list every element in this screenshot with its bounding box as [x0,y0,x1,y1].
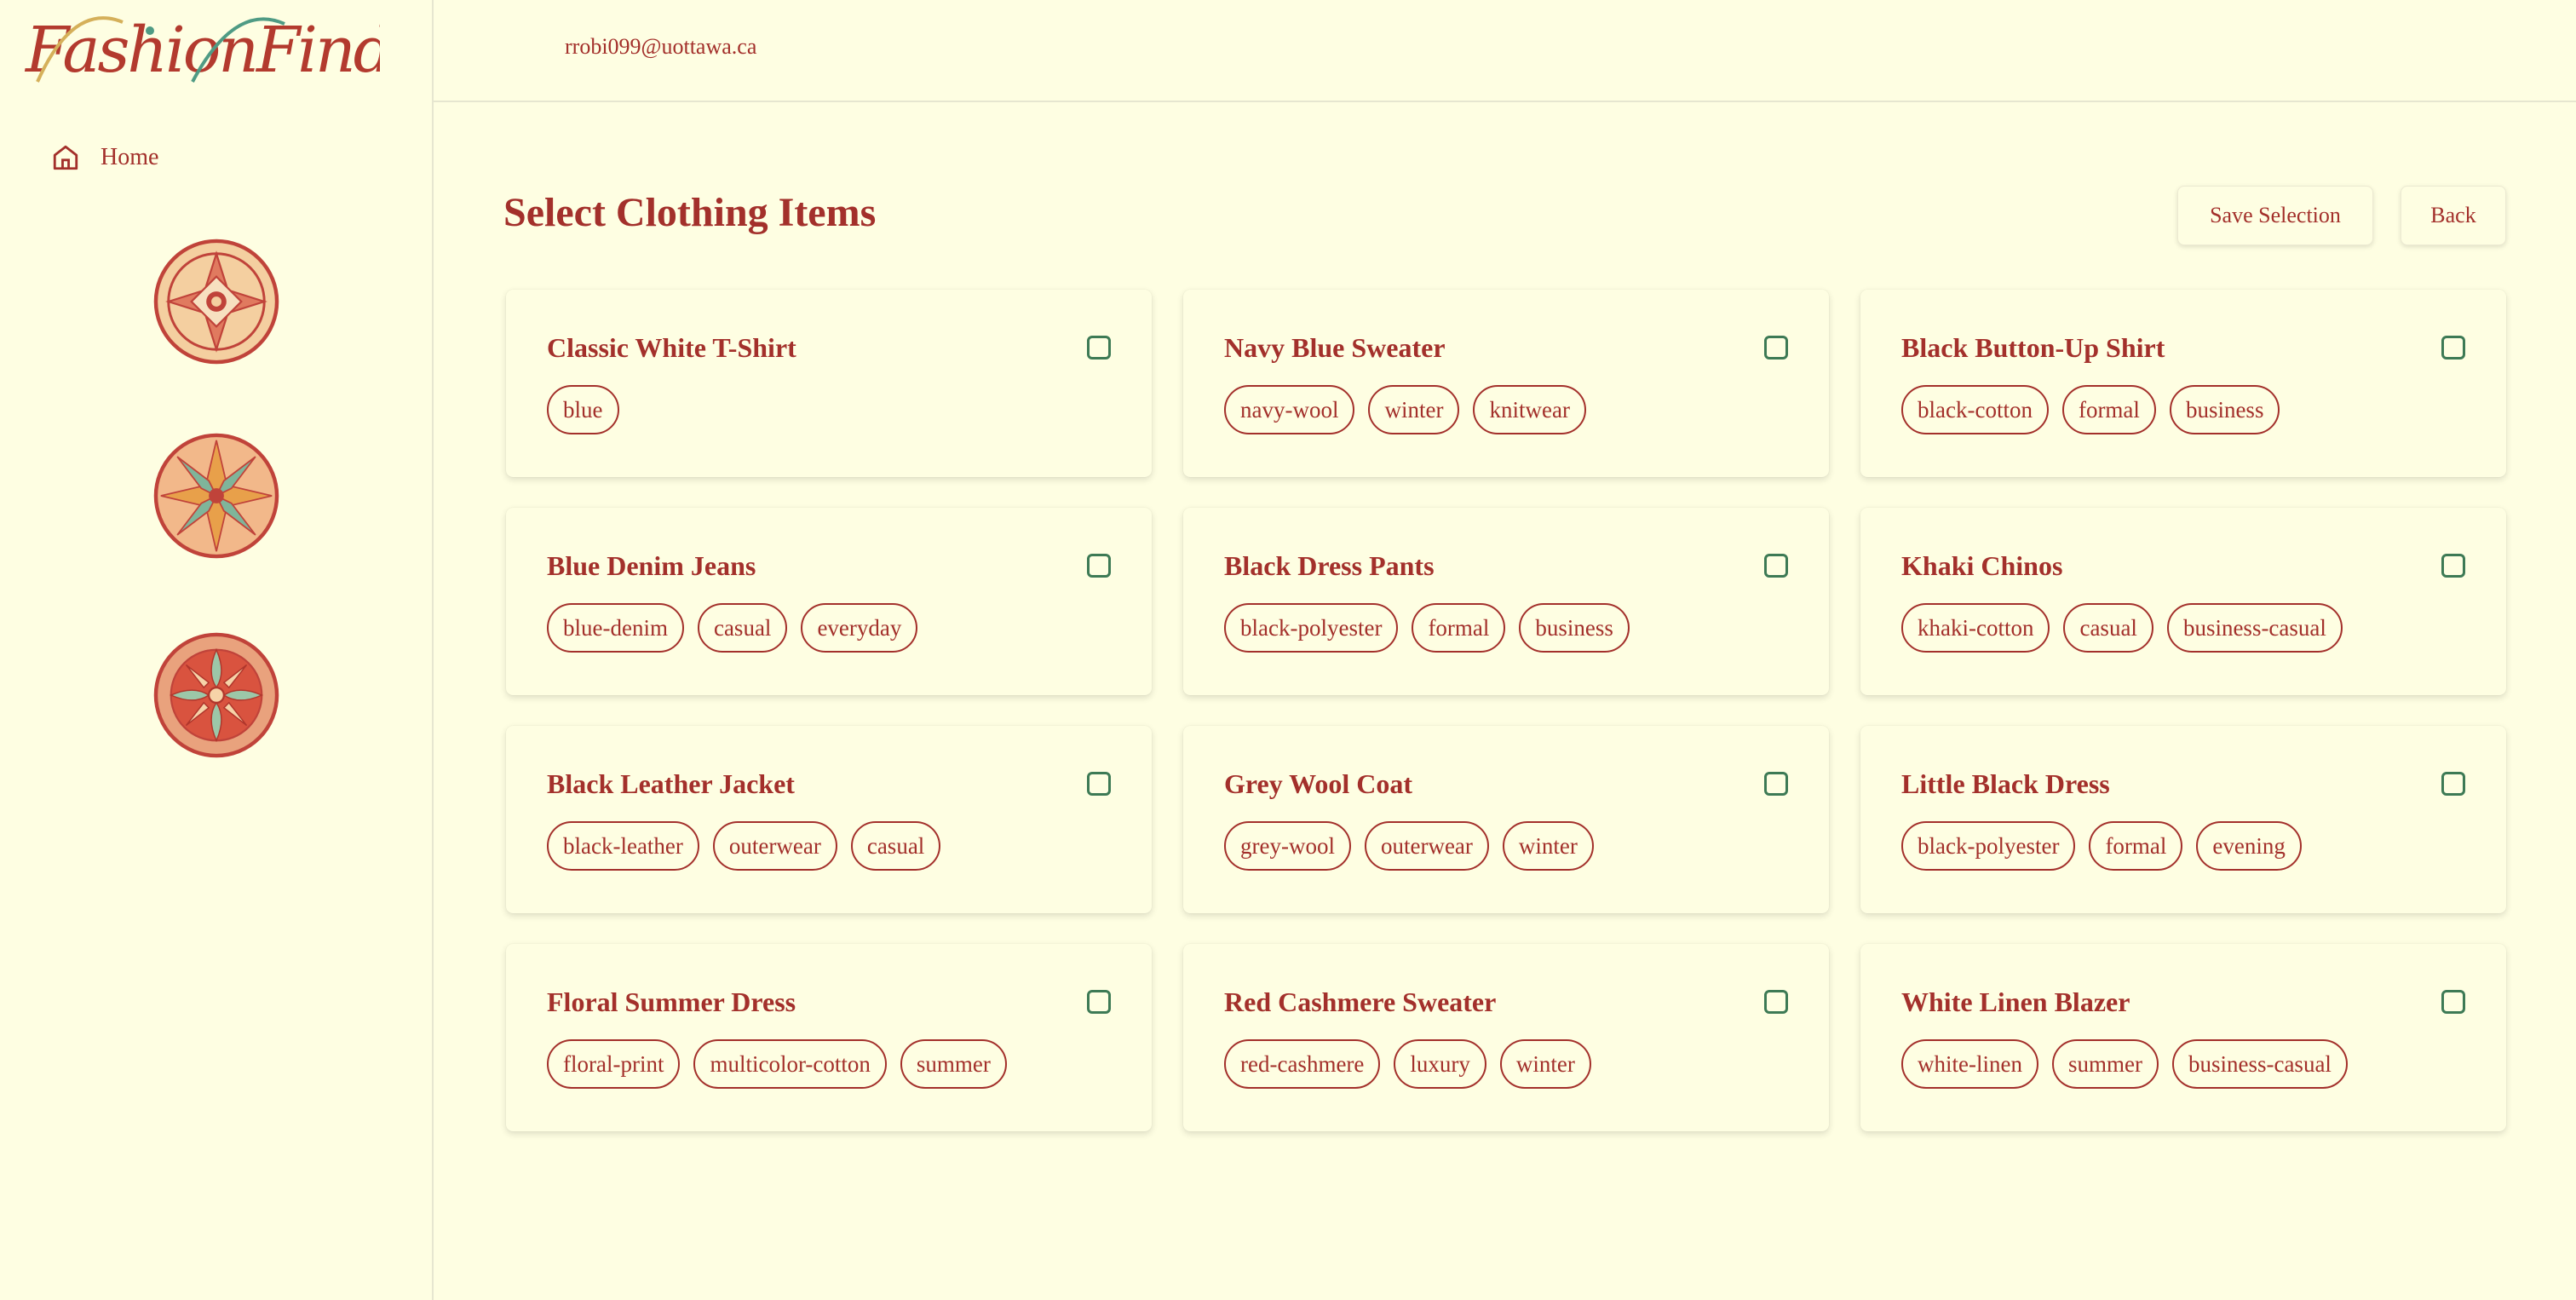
select-item-checkbox[interactable] [1087,554,1111,578]
clothing-item-card[interactable]: Black Dress Pants black-polyester formal bu… [1183,508,1829,695]
select-item-checkbox[interactable] [1764,554,1788,578]
clothing-item-card[interactable]: Black Leather Jacket black-leather outerwe… [506,726,1152,913]
tag-chip: black-leather [547,821,699,871]
tag-chip: outerwear [712,821,837,871]
clothing-item-name: Red Cashmere Sweater [1224,987,1497,1017]
clothing-item-card[interactable]: Blue Denim Jeans blue-denim casual everyday [506,508,1152,695]
save-selection-button[interactable]: Save Selection [2177,186,2373,245]
tag-chip: summer [900,1039,1007,1089]
mandala-ornament-2 [153,433,279,559]
tag-list: blue-denim casual everyday [547,603,918,653]
top-bar: rrobi099@uottawa.ca [434,0,2576,102]
clothing-item-card[interactable]: Khaki Chinos khaki-cotton casual business-c… [1860,508,2506,695]
select-item-checkbox[interactable] [2441,772,2465,796]
clothing-item-card[interactable]: Little Black Dress black-polyester formal e… [1860,726,2506,913]
clothing-item-name: Khaki Chinos [1901,550,2063,581]
clothing-item-card[interactable]: Grey Wool Coat grey-wool outerwear winter [1183,726,1829,913]
tag-chip: business-casual [2166,603,2343,653]
tag-list: grey-wool outerwear winter [1224,821,1594,871]
user-email: rrobi099@uottawa.ca [565,34,757,59]
clothing-item-name: White Linen Blazer [1901,987,2130,1017]
clothing-item-name: Little Black Dress [1901,768,2110,799]
clothing-item-card[interactable]: White Linen Blazer white-linen summer busin… [1860,944,2506,1131]
mandala-ornament-1 [153,239,279,365]
tag-chip: red-cashmere [1224,1039,1381,1089]
clothing-item-card[interactable]: Red Cashmere Sweater red-cashmere luxury wi… [1183,944,1829,1131]
mandala-ornament-3 [153,632,279,758]
clothing-item-name: Floral Summer Dress [547,987,796,1017]
select-item-checkbox[interactable] [1764,990,1788,1014]
fashionfinders-logo[interactable]: FashionFinders [22,7,486,92]
tag-chip: navy-wool [1224,385,1355,434]
clothing-item-name: Blue Denim Jeans [547,550,756,581]
tag-chip: grey-wool [1224,821,1351,871]
tag-chip: blue-denim [547,603,684,653]
tag-chip: blue [547,385,619,434]
app-root: FashionFinders Home [0,0,2576,1300]
tag-chip: winter [1368,385,1460,434]
tag-chip: formal [2089,821,2183,871]
page-title: Select Clothing Items [503,190,877,235]
tag-chip: business [2169,385,2280,434]
tag-list: khaki-cotton casual business-casual [1901,603,2343,653]
clothing-item-card[interactable]: Black Button-Up Shirt black-cotton formal b… [1860,290,2506,477]
tag-chip: multicolor-cotton [693,1039,887,1089]
tag-chip: white-linen [1901,1039,2038,1089]
select-item-checkbox[interactable] [2441,990,2465,1014]
tag-chip: luxury [1394,1039,1486,1089]
clothing-item-name: Black Leather Jacket [547,768,795,799]
select-item-checkbox[interactable] [2441,336,2465,360]
select-item-checkbox[interactable] [1087,990,1111,1014]
home-icon [53,145,78,170]
tag-chip: casual [850,821,941,871]
tag-list: black-cotton formal business [1901,385,2280,434]
tag-chip: formal [2061,385,2156,434]
select-item-checkbox[interactable] [1087,772,1111,796]
tag-chip: business [1519,603,1630,653]
tag-chip: formal [1412,603,1506,653]
tag-chip: everyday [801,603,918,653]
sidebar-item-label: Home [101,144,159,170]
clothing-item-card[interactable]: Classic White T-Shirt blue [506,290,1152,477]
tag-list: white-linen summer business-casual [1901,1039,2348,1089]
tag-chip: casual [697,603,788,653]
tag-chip: outerwear [1364,821,1489,871]
select-item-checkbox[interactable] [1087,336,1111,360]
tag-chip: casual [2063,603,2153,653]
select-item-checkbox[interactable] [2441,554,2465,578]
tag-chip: winter [1499,1039,1591,1089]
tag-chip: business-casual [2171,1039,2348,1089]
tag-chip: summer [2051,1039,2159,1089]
sidebar: FashionFinders Home [0,0,486,1300]
clothing-item-name: Navy Blue Sweater [1224,332,1446,363]
tag-list: black-polyester formal evening [1901,821,2302,871]
tag-list: black-leather outerwear casual [547,821,941,871]
tag-chip: evening [2196,821,2302,871]
tag-list: black-polyester formal business [1224,603,1630,653]
tag-chip: black-polyester [1224,603,1399,653]
tag-chip: floral-print [547,1039,681,1089]
clothing-item-name: Black Dress Pants [1224,550,1435,581]
clothing-item-name: Classic White T-Shirt [547,332,796,363]
tag-chip: black-polyester [1901,821,2076,871]
sidebar-item-home[interactable]: Home [51,143,158,172]
select-item-checkbox[interactable] [1764,336,1788,360]
tag-list: floral-print multicolor-cotton summer [547,1039,1007,1089]
clothing-item-card[interactable]: Floral Summer Dress floral-print multicolo… [506,944,1152,1131]
tag-chip: knitwear [1473,385,1586,434]
clothing-item-grid: Classic White T-Shirt blue Navy Blue Sweat… [506,290,2506,1131]
tag-chip: winter [1502,821,1594,871]
back-button[interactable]: Back [2401,186,2506,245]
tag-chip: black-cotton [1901,385,2049,434]
clothing-item-name: Grey Wool Coat [1224,768,1413,799]
clothing-item-card[interactable]: Navy Blue Sweater navy-wool winter knitwear [1183,290,1829,477]
tag-list: red-cashmere luxury winter [1224,1039,1591,1089]
logo-wordmark: FashionFinders [24,14,486,87]
tag-list: navy-wool winter knitwear [1224,385,1586,434]
tag-chip: khaki-cotton [1901,603,2050,653]
clothing-item-name: Black Button-Up Shirt [1901,332,2165,363]
tag-list: blue [547,385,619,434]
select-item-checkbox[interactable] [1764,772,1788,796]
